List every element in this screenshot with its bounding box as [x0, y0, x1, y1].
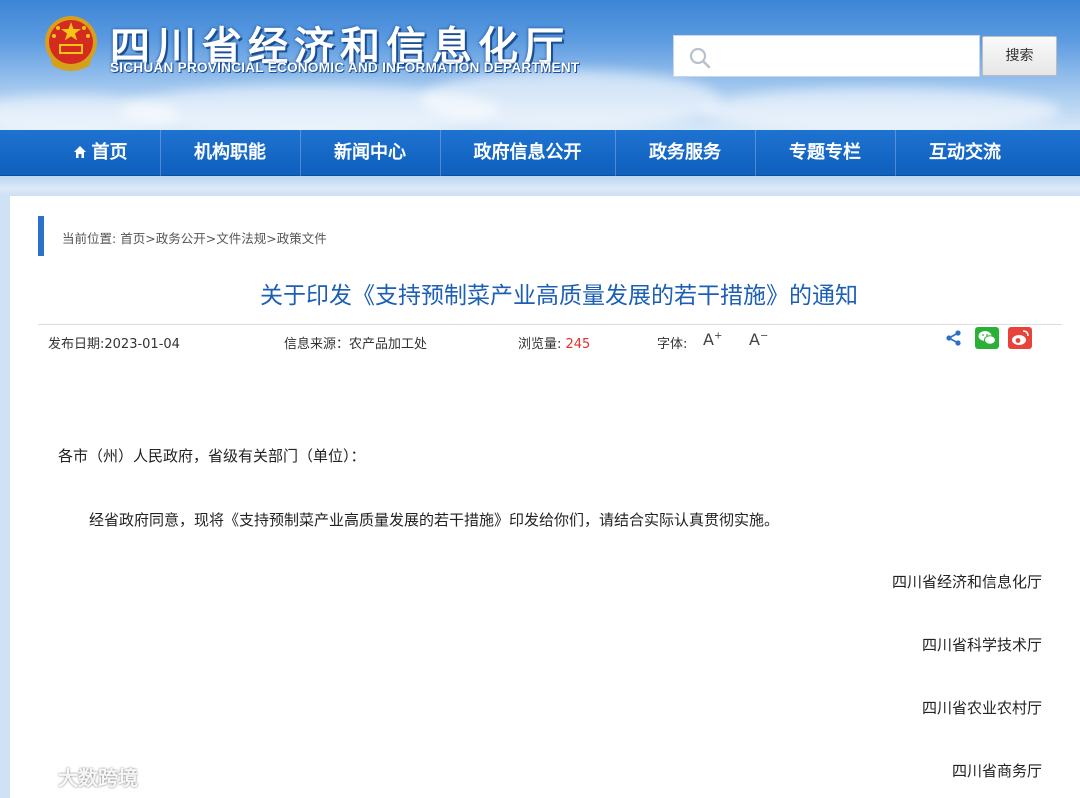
info-source: 信息来源：农产品加工处 [284, 337, 428, 352]
nav-item-org[interactable]: 机构职能 [160, 130, 300, 176]
signer-economic-info: 四川省经济和信息化厅 [891, 573, 1042, 591]
home-icon [73, 146, 86, 158]
breadcrumb-laws[interactable]: 文件法规 [216, 231, 266, 246]
watermark: 大数跨境 [10, 762, 138, 792]
nav-item-news[interactable]: 新闻中心 [300, 130, 440, 176]
breadcrumb: 当前位置: 首页>政务公开>文件法规>政策文件 [62, 228, 327, 247]
breadcrumb-policy[interactable]: 政策文件 [277, 231, 327, 246]
breadcrumb-sep: > [266, 231, 277, 246]
nav-item-label: 政务服务 [649, 142, 721, 163]
font-increase-label: A [703, 330, 714, 349]
breadcrumb-gov[interactable]: 政务公开 [156, 231, 206, 246]
breadcrumb-home[interactable]: 首页 [120, 231, 145, 246]
nav-item-services[interactable]: 政务服务 [615, 130, 755, 176]
nav-item-topics[interactable]: 专题专栏 [755, 130, 895, 176]
breadcrumb-sep: > [145, 231, 156, 246]
nav-item-label: 新闻中心 [334, 142, 406, 163]
view-count: 浏览量: 245 [518, 333, 590, 352]
signer-science-tech: 四川省科学技术厅 [921, 636, 1042, 654]
nav-item-interact[interactable]: 互动交流 [895, 130, 1035, 176]
national-emblem-icon [45, 16, 97, 71]
search-box [673, 35, 980, 77]
search-input[interactable] [722, 36, 977, 76]
signer-agriculture: 四川省农业农村厅 [921, 699, 1042, 717]
nav-shadow-strip [0, 176, 1080, 196]
font-size-label: 字体: [657, 337, 688, 352]
body-paragraph: 经省政府同意，现将《支持预制菜产业高质量发展的若干措施》印发给你们，请结合实际认… [89, 511, 780, 529]
publish-date: 发布日期:2023-01-04 [48, 337, 180, 352]
meta-divider [38, 324, 1062, 325]
page-margin [0, 196, 10, 798]
watermark-text: 大数跨境 [58, 766, 138, 790]
nav-item-gov-info[interactable]: 政府信息公开 [440, 130, 615, 176]
breadcrumb-sep: > [205, 231, 217, 246]
nav-item-label: 专题专栏 [789, 142, 861, 163]
font-decrease-button[interactable]: A− [749, 330, 768, 349]
site-subtitle-en: SICHUAN PROVINCIAL ECONOMIC AND INFORMAT… [110, 60, 580, 75]
article-panel: 当前位置: 首页>政务公开>文件法规>政策文件 关于印发《支持预制菜产业高质量发… [10, 196, 1080, 798]
signer-commerce: 四川省商务厅 [951, 762, 1042, 780]
nav-item-label: 机构职能 [194, 142, 266, 163]
breadcrumb-prefix: 当前位置: [62, 231, 121, 246]
font-decrease-label: A [749, 330, 760, 349]
nav-item-label: 互动交流 [929, 142, 1001, 163]
nav-item-home[interactable]: 首页 [40, 130, 160, 176]
view-count-value: 245 [565, 337, 591, 352]
nav-item-label: 政府信息公开 [473, 142, 582, 163]
site-header: 四川省经济和信息化厅 SICHUAN PROVINCIAL ECONOMIC A… [0, 0, 1080, 130]
search-button[interactable]: 搜索 [982, 36, 1057, 76]
nav-item-label: 首页 [91, 142, 128, 163]
share-icon[interactable] [945, 329, 963, 347]
wechat-icon[interactable] [975, 327, 999, 349]
search-icon [689, 47, 711, 69]
salutation: 各市（州）人民政府，省级有关部门（单位）： [58, 447, 366, 465]
watermark-logo-icon [11, 770, 49, 784]
article-title: 关于印发《支持预制菜产业高质量发展的若干措施》的通知 [260, 283, 858, 309]
font-increase-button[interactable]: A+ [703, 330, 722, 349]
breadcrumb-accent [38, 216, 44, 256]
view-count-label: 浏览量: [518, 337, 566, 352]
main-nav: 首页 机构职能 新闻中心 政府信息公开 政务服务 专题专栏 互动交流 [0, 130, 1080, 176]
weibo-icon[interactable] [1008, 327, 1032, 349]
